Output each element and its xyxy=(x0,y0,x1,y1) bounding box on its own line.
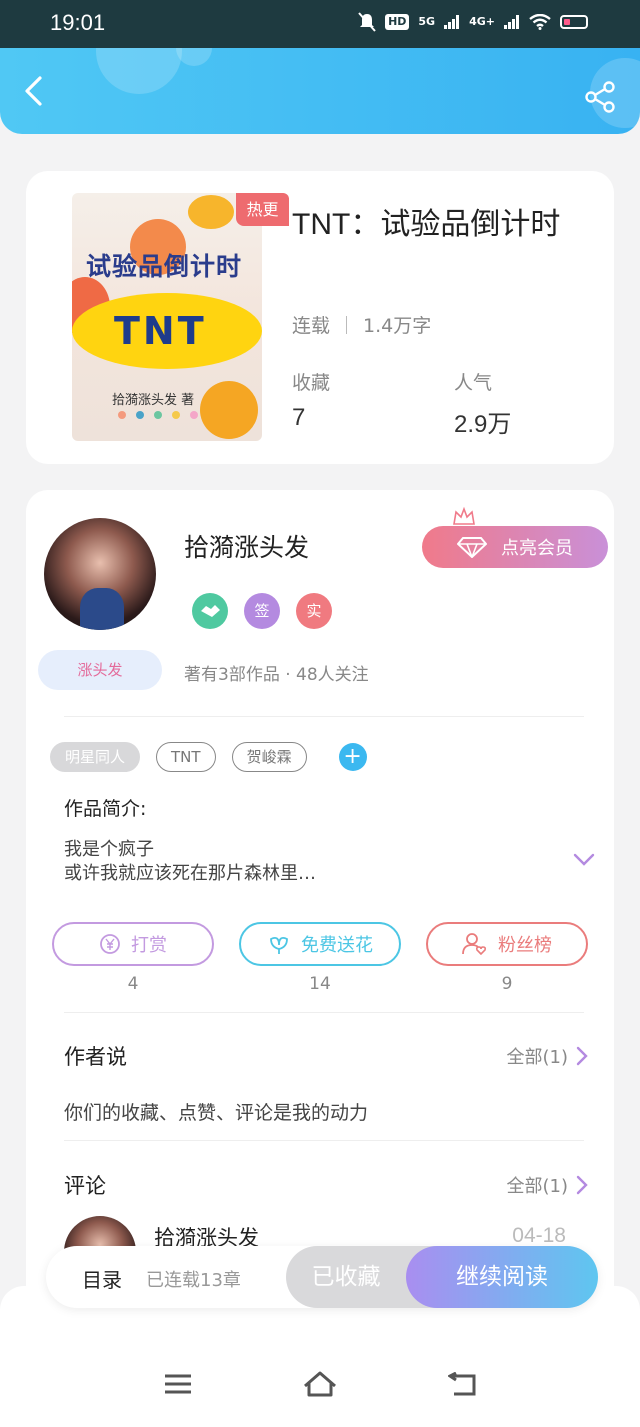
intro-line: 或许我就应该死在那片森林里… xyxy=(64,863,316,884)
comments-more[interactable]: 全部(1) xyxy=(507,1172,589,1198)
author-badges: 签 实 xyxy=(192,593,332,629)
popularity-label: 人气 xyxy=(454,372,493,394)
add-tag-icon[interactable]: + xyxy=(338,743,367,771)
book-word-count: 1.4万字 xyxy=(363,315,432,337)
favorited-label: 已收藏 xyxy=(311,1264,381,1290)
status-time: 19:01 xyxy=(50,10,106,35)
divider xyxy=(64,1140,584,1141)
wifi-icon xyxy=(529,14,551,30)
home-icon[interactable] xyxy=(302,1370,338,1398)
author-says-title: 作者说 xyxy=(64,1045,127,1069)
battery-icon xyxy=(560,15,588,29)
read-action-bar: 目录 已连载13章 已收藏 继续阅读 xyxy=(46,1246,598,1308)
book-meta: 连载 1.4万字 xyxy=(292,311,431,338)
fan-rank-label: 粉丝榜 xyxy=(498,935,552,956)
cover-flower xyxy=(200,381,258,439)
fan-rank-count: 9 xyxy=(501,974,513,994)
menu-icon[interactable] xyxy=(164,1372,192,1396)
send-flower-button[interactable]: 免费送花 xyxy=(239,922,401,966)
intro-line: 我是个疯子 xyxy=(64,839,154,860)
author-works-follow: 著有3部作品 · 48人关注 xyxy=(184,665,369,685)
vip-button-label: 点亮会员 xyxy=(501,538,573,559)
tag-list: 明星同人 TNT 贺峻霖 + xyxy=(50,742,367,772)
diamond-icon xyxy=(457,537,487,558)
hd-icon: HD xyxy=(385,14,410,30)
book-cover[interactable]: 试验品倒计时 TNT 拾漪涨头发 著 xyxy=(72,193,262,441)
author-avatar[interactable] xyxy=(44,518,156,630)
popularity-value: 2.9万 xyxy=(454,411,512,438)
mute-bell-icon xyxy=(358,12,376,32)
chevron-down-icon[interactable] xyxy=(572,852,596,868)
flower-count: 14 xyxy=(309,974,331,994)
signal-bars-icon xyxy=(504,15,519,29)
divider xyxy=(64,1012,584,1013)
book-status: 连载 xyxy=(292,315,331,337)
book-info-card: 试验品倒计时 TNT 拾漪涨头发 著 热更 TNT：试验品倒计时 连载 1.4万… xyxy=(26,171,614,464)
tag-item[interactable]: TNT xyxy=(156,742,216,772)
cover-logo: TNT xyxy=(114,309,207,353)
header-bar xyxy=(0,48,640,134)
signal-4g-icon: 4G+ xyxy=(469,15,495,28)
tip-label: 打赏 xyxy=(131,935,167,956)
author-name-tag: 涨头发 xyxy=(38,650,162,690)
cover-author: 拾漪涨头发 著 xyxy=(112,393,195,408)
divider xyxy=(64,716,584,717)
decor-bubble xyxy=(176,48,212,66)
continue-reading-button[interactable]: 继续阅读 xyxy=(406,1246,598,1308)
intro-text: 我是个疯子 或许我就应该死在那片森林里… xyxy=(64,838,316,886)
tag-item[interactable]: 贺峻霖 xyxy=(231,742,307,772)
toc-button[interactable]: 目录 xyxy=(82,1264,122,1293)
crown-icon xyxy=(453,506,475,525)
tag-item[interactable]: 明星同人 xyxy=(50,742,141,772)
tip-count: 4 xyxy=(127,974,139,994)
comment-date: 04-18 xyxy=(512,1224,566,1247)
cover-dots xyxy=(118,411,198,419)
meta-divider xyxy=(346,315,348,334)
favorites-label: 收藏 xyxy=(292,372,331,394)
tip-button[interactable]: 打赏 xyxy=(52,922,214,966)
signed-badge: 签 xyxy=(244,593,280,629)
vip-button[interactable]: 点亮会员 xyxy=(422,526,608,568)
cover-title: 试验品倒计时 xyxy=(86,252,243,281)
system-nav-bar xyxy=(0,1362,640,1416)
user-heart-icon xyxy=(462,933,487,956)
signal-bars-icon xyxy=(444,15,460,29)
book-title: TNT：试验品倒计时 xyxy=(292,208,561,241)
favorites-value: 7 xyxy=(292,404,306,431)
author-says-more-label: 全部(1) xyxy=(506,1047,569,1068)
back-nav-icon[interactable] xyxy=(448,1372,478,1398)
author-name[interactable]: 拾漪涨头发 xyxy=(184,528,309,564)
cover-flower xyxy=(188,195,234,229)
author-says-text: 你们的收藏、点赞、评论是我的动力 xyxy=(64,1102,369,1124)
intro-label: 作品简介: xyxy=(64,798,147,820)
send-flower-label: 免费送花 xyxy=(301,935,373,956)
author-says-more[interactable]: 全部(1) xyxy=(507,1043,589,1069)
chevron-right-icon xyxy=(576,1046,588,1066)
handshake-badge-icon xyxy=(192,593,228,629)
hot-badge: 热更 xyxy=(236,193,289,226)
fan-rank-button[interactable]: 粉丝榜 xyxy=(426,922,588,966)
status-bar: 19:01 HD 5G 4G+ xyxy=(0,0,640,48)
share-icon[interactable] xyxy=(584,80,618,114)
comments-more-label: 全部(1) xyxy=(506,1176,569,1197)
chevron-right-icon xyxy=(576,1175,588,1195)
chapter-count: 已连载13章 xyxy=(146,1270,241,1291)
comments-title: 评论 xyxy=(64,1174,106,1198)
back-icon[interactable] xyxy=(18,74,52,108)
status-icons: HD 5G 4G+ xyxy=(358,11,588,33)
flower-icon xyxy=(270,936,288,954)
signal-5g-icon: 5G xyxy=(418,15,436,28)
verified-badge: 实 xyxy=(296,593,332,629)
yen-coin-icon xyxy=(100,934,120,954)
decor-bubble xyxy=(96,48,182,94)
